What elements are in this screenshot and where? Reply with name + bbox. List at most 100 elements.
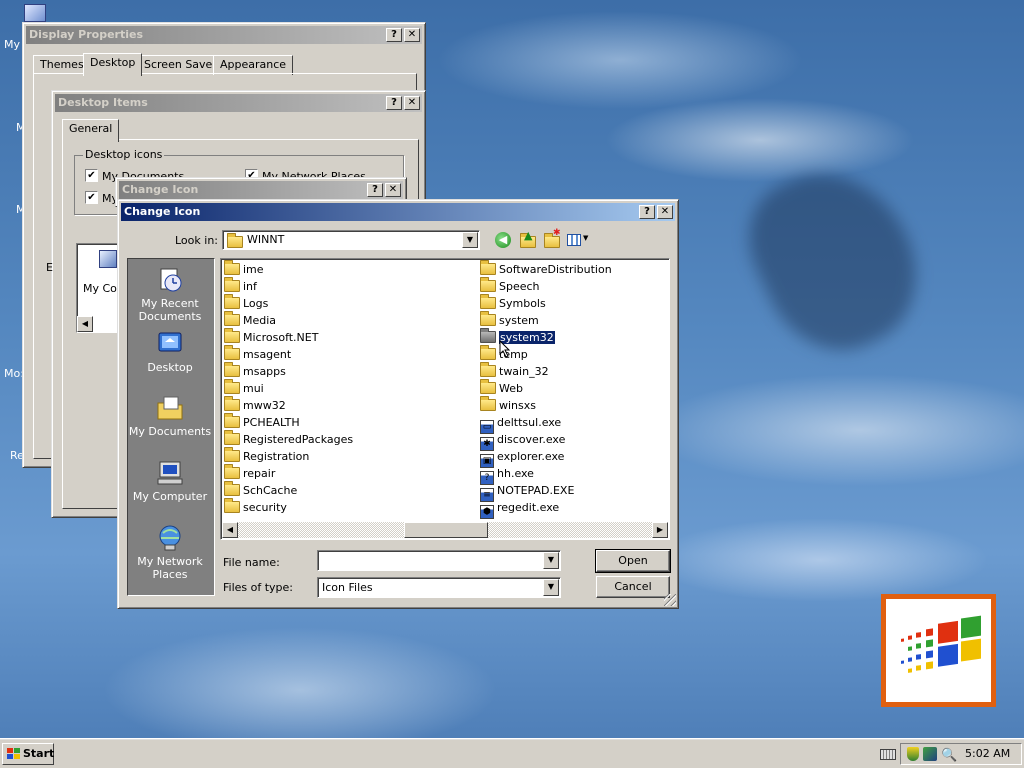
network-places-icon xyxy=(159,525,181,551)
view-grid-icon xyxy=(567,234,581,246)
list-item[interactable]: twain_32 xyxy=(480,362,549,380)
look-in-combo[interactable]: WINNT ▼ xyxy=(222,230,480,250)
up-arrow-icon: ▲ xyxy=(524,229,533,242)
list-item[interactable]: mui xyxy=(224,379,264,397)
place-my-computer[interactable]: My Computer xyxy=(128,458,212,503)
list-item[interactable]: ime xyxy=(224,260,264,278)
help-button[interactable]: ? xyxy=(639,205,655,219)
list-item-label: Media xyxy=(243,314,277,327)
place-my-documents[interactable]: My Documents xyxy=(128,393,212,438)
up-folder-button[interactable]: ▲ xyxy=(519,229,537,248)
checkbox-my-documents[interactable]: ✔ xyxy=(85,169,98,182)
files-of-type-combo[interactable]: Icon Files ▼ xyxy=(317,577,561,598)
change-icon-back-titlebar[interactable]: Change Icon ? ✕ xyxy=(119,181,403,199)
list-item-label: twain_32 xyxy=(499,365,549,378)
help-button[interactable]: ? xyxy=(367,183,383,197)
list-item[interactable]: mww32 xyxy=(224,396,286,414)
chevron-down-icon[interactable]: ▼ xyxy=(543,552,559,569)
close-button[interactable]: ✕ xyxy=(404,96,420,110)
cancel-button[interactable]: Cancel xyxy=(596,576,670,598)
list-item-label: ime xyxy=(243,263,264,276)
place-desktop[interactable]: Desktop xyxy=(128,329,212,374)
file-name-combo[interactable]: ▼ xyxy=(317,550,561,571)
list-item[interactable]: msagent xyxy=(224,345,292,363)
list-item-label: SoftwareDistribution xyxy=(499,263,612,276)
list-item[interactable]: security xyxy=(224,498,287,516)
scroll-thumb[interactable] xyxy=(404,522,488,538)
place-label: My Recent Documents xyxy=(138,297,202,323)
list-item-label: msapps xyxy=(243,365,286,378)
list-item-label: discover.exe xyxy=(497,433,566,446)
place-my-recent-documents[interactable]: My Recent Documents xyxy=(128,265,212,323)
change-icon-titlebar[interactable]: Change Icon ? ✕ xyxy=(121,203,675,221)
list-item[interactable]: Symbols xyxy=(480,294,546,312)
list-item-label: security xyxy=(243,501,287,514)
list-item[interactable]: PCHEALTH xyxy=(224,413,300,431)
list-item[interactable]: ? hh.exe xyxy=(480,465,534,485)
list-item[interactable]: winsxs xyxy=(480,396,536,414)
chevron-down-icon[interactable]: ▼ xyxy=(543,579,559,596)
list-item[interactable]: ≡ NOTEPAD.EXE xyxy=(480,482,574,502)
tab-desktop[interactable]: Desktop xyxy=(83,53,143,76)
list-item[interactable]: ⬢ regedit.exe xyxy=(480,499,559,519)
checkbox-my-computer[interactable]: ✔ xyxy=(85,191,98,204)
tab-appearance[interactable]: Appearance xyxy=(213,55,294,75)
network-tray-icon[interactable] xyxy=(923,747,937,761)
folder-icon xyxy=(480,362,496,377)
file-list[interactable]: ime inf Logs Media Microsoft.NET msagent msapp… xyxy=(220,258,670,540)
list-item[interactable]: ▭ delttsul.exe xyxy=(480,414,561,434)
start-button[interactable]: Start xyxy=(2,743,54,765)
view-menu-button[interactable]: ▼ xyxy=(565,232,591,248)
place-my-network-places[interactable]: My Network Places xyxy=(128,523,212,581)
list-item[interactable]: repair xyxy=(224,464,275,482)
new-folder-button[interactable]: ✱ xyxy=(543,228,561,248)
desktop-items-titlebar[interactable]: Desktop Items ? ✕ xyxy=(55,94,422,112)
files-of-type-value: Icon Files xyxy=(322,581,373,594)
list-item[interactable]: RegisteredPackages xyxy=(224,430,353,448)
list-item[interactable]: SchCache xyxy=(224,481,297,499)
resize-grip[interactable] xyxy=(664,594,676,606)
list-item-label: PCHEALTH xyxy=(243,416,300,429)
tab-screen-saver[interactable]: Screen Saver xyxy=(137,55,224,75)
search-icon[interactable]: 🔍 xyxy=(941,746,957,766)
windows-logo xyxy=(881,594,996,707)
back-button[interactable]: ◀ xyxy=(495,232,511,248)
tab-general[interactable]: General xyxy=(62,119,120,142)
scroll-right-button[interactable]: ▶ xyxy=(652,522,668,538)
security-shield-icon[interactable] xyxy=(907,747,919,761)
close-button[interactable]: ✕ xyxy=(404,28,420,42)
folder-icon xyxy=(224,294,240,309)
display-properties-titlebar[interactable]: Display Properties ? ✕ xyxy=(26,26,422,44)
list-item[interactable]: SoftwareDistribution xyxy=(480,260,612,278)
list-item[interactable]: Web xyxy=(480,379,523,397)
chevron-down-icon[interactable]: ▼ xyxy=(462,232,478,248)
close-button[interactable]: ✕ xyxy=(657,205,673,219)
list-item[interactable]: Speech xyxy=(480,277,540,295)
list-item[interactable]: ▣ explorer.exe xyxy=(480,448,564,468)
list-item[interactable]: system32 xyxy=(480,328,556,346)
file-name-label: File name: xyxy=(223,556,280,569)
list-item[interactable]: Registration xyxy=(224,447,309,465)
list-item-label: msagent xyxy=(243,348,292,361)
help-button[interactable]: ? xyxy=(386,96,402,110)
list-item[interactable]: system xyxy=(480,311,539,329)
list-item[interactable]: msapps xyxy=(224,362,286,380)
keyboard-icon[interactable] xyxy=(880,749,896,760)
list-item[interactable]: inf xyxy=(224,277,257,295)
list-item-label: Symbols xyxy=(499,297,546,310)
list-item[interactable]: Microsoft.NET xyxy=(224,328,318,346)
open-button[interactable]: Open xyxy=(595,549,671,573)
folder-icon xyxy=(224,277,240,292)
place-label: My Documents xyxy=(128,425,212,438)
list-item-label: Web xyxy=(499,382,523,395)
list-item[interactable]: ✱ discover.exe xyxy=(480,431,566,451)
list-item[interactable]: Media xyxy=(224,311,277,329)
scroll-left-button[interactable]: ◀ xyxy=(77,316,93,332)
horizontal-scrollbar[interactable]: ◀ ▶ xyxy=(222,522,668,538)
help-button[interactable]: ? xyxy=(386,28,402,42)
close-button[interactable]: ✕ xyxy=(385,183,401,197)
clock[interactable]: 5:02 AM xyxy=(965,744,1010,764)
scroll-left-button[interactable]: ◀ xyxy=(222,522,238,538)
list-item[interactable]: Logs xyxy=(224,294,268,312)
preview-label: My Co xyxy=(83,282,117,295)
